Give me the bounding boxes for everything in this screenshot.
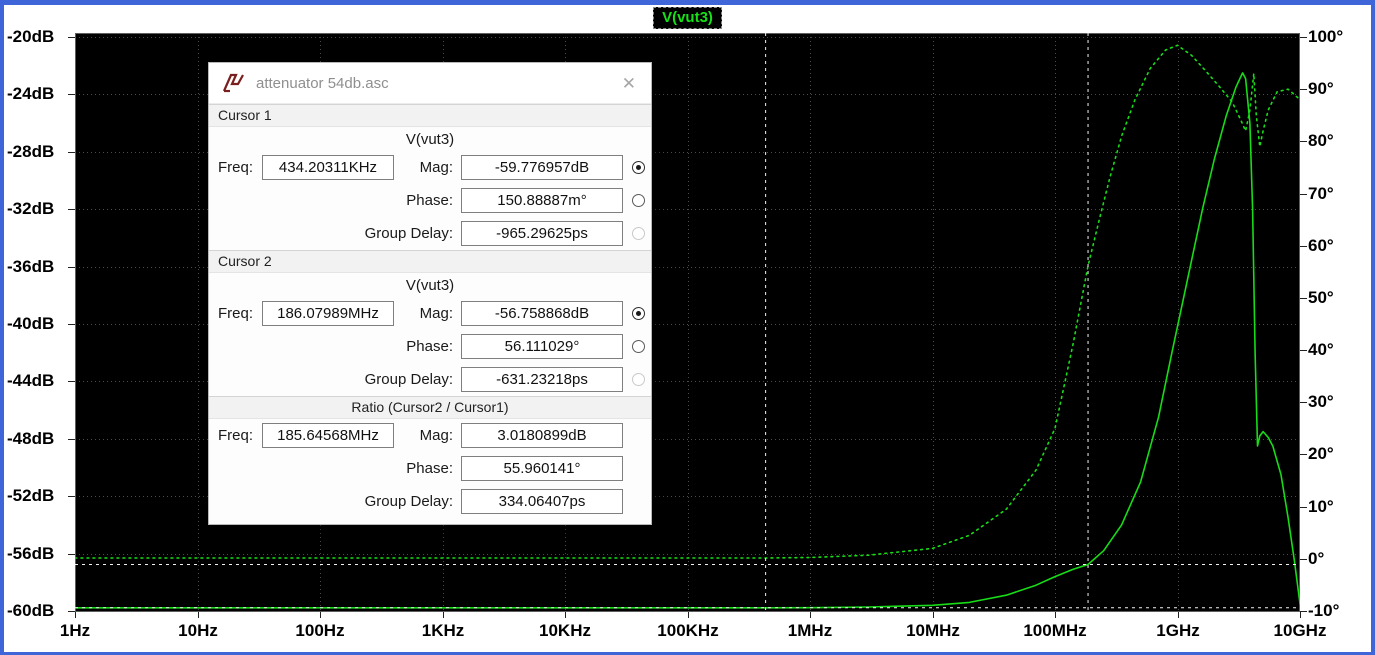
mag-label: Mag: <box>394 305 461 322</box>
cursor1-trace-name: V(vut3) <box>209 127 651 151</box>
phase-label: Phase: <box>218 460 461 477</box>
cursor1-gdelay-row: Group Delay: <box>209 217 651 250</box>
freq-label: Freq: <box>218 159 262 176</box>
plot-title-strip: V(vut3) <box>4 5 1371 31</box>
cursor2-header: Cursor 2 <box>209 250 651 273</box>
cursor1-phase-row: Phase: <box>209 184 651 217</box>
ratio-header: Ratio (Cursor2 / Cursor1) <box>209 396 651 419</box>
freq-label: Freq: <box>218 427 262 444</box>
group-delay-label: Group Delay: <box>218 371 461 388</box>
group-delay-label: Group Delay: <box>218 225 461 242</box>
ratio-freq-mag-row: Freq: Mag: <box>209 419 651 452</box>
freq-label: Freq: <box>218 305 262 322</box>
phase-label: Phase: <box>218 338 461 355</box>
phase-label: Phase: <box>218 192 461 209</box>
cursor1-mag-radio[interactable] <box>632 161 645 174</box>
dialog-titlebar[interactable]: attenuator 54db.asc ✕ <box>209 63 651 104</box>
cursor2-gdelay-row: Group Delay: <box>209 363 651 396</box>
close-icon[interactable]: ✕ <box>617 75 641 92</box>
mag-label: Mag: <box>394 159 461 176</box>
ratio-section: Ratio (Cursor2 / Cursor1) Freq: Mag: Pha… <box>209 396 651 524</box>
cursor1-freq-input[interactable] <box>262 155 394 180</box>
cursor1-phase-radio[interactable] <box>632 194 645 207</box>
dialog-title: attenuator 54db.asc <box>256 75 617 92</box>
cursor2-gdelay-radio[interactable] <box>632 373 645 386</box>
cursor1-gdelay-radio[interactable] <box>632 227 645 240</box>
ratio-phase-input[interactable] <box>461 456 623 481</box>
ratio-mag-input[interactable] <box>461 423 623 448</box>
group-delay-label: Group Delay: <box>218 493 461 510</box>
cursor2-phase-radio[interactable] <box>632 340 645 353</box>
cursor2-trace-name: V(vut3) <box>209 273 651 297</box>
cursor2-mag-input[interactable] <box>461 301 623 326</box>
ltspice-window: V(vut3) -20dB-24dB-28dB-32dB-36dB-40dB-4… <box>0 0 1375 655</box>
cursor2-phase-row: Phase: <box>209 330 651 363</box>
plot-trace-label[interactable]: V(vut3) <box>653 7 722 29</box>
cursor1-gdelay-input[interactable] <box>461 221 623 246</box>
cursor2-section: Cursor 2 V(vut3) Freq: Mag: Phase: Group… <box>209 250 651 396</box>
cursor1-header: Cursor 1 <box>209 104 651 127</box>
cursor2-freq-mag-row: Freq: Mag: <box>209 297 651 330</box>
cursor2-phase-input[interactable] <box>461 334 623 359</box>
ratio-gdelay-row: Group Delay: <box>209 485 651 518</box>
cursor2-gdelay-input[interactable] <box>461 367 623 392</box>
cursor1-phase-input[interactable] <box>461 188 623 213</box>
cursor2-mag-radio[interactable] <box>632 307 645 320</box>
ratio-gdelay-input[interactable] <box>461 489 623 514</box>
ltspice-logo-icon <box>221 72 247 94</box>
cursor2-freq-input[interactable] <box>262 301 394 326</box>
ratio-phase-row: Phase: <box>209 452 651 485</box>
cursor-dialog[interactable]: attenuator 54db.asc ✕ Cursor 1 V(vut3) F… <box>208 62 652 525</box>
ratio-freq-input[interactable] <box>262 423 394 448</box>
cursor1-freq-mag-row: Freq: Mag: <box>209 151 651 184</box>
cursor1-section: Cursor 1 V(vut3) Freq: Mag: Phase: Group… <box>209 104 651 250</box>
mag-label: Mag: <box>394 427 461 444</box>
cursor1-mag-input[interactable] <box>461 155 623 180</box>
